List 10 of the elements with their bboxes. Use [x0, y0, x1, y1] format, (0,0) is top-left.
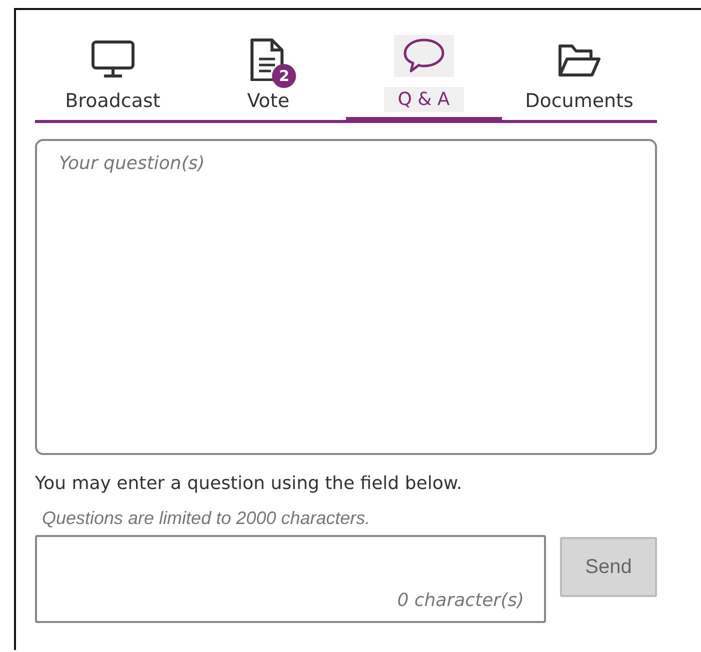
question-input-field[interactable]: 0 character(s)	[35, 535, 546, 623]
character-counter: 0 character(s)	[397, 590, 524, 611]
tab[interactable]: Q & A	[346, 20, 502, 123]
tab[interactable]: Documents	[502, 20, 657, 120]
instruction-text: You may enter a question using the field below.	[35, 473, 464, 494]
tab[interactable]: 2 Vote	[190, 20, 346, 120]
questions-field[interactable]: Your question(s)	[35, 139, 657, 455]
count-badge: 2	[272, 64, 296, 88]
tab[interactable]: Broadcast	[35, 20, 190, 120]
limit-hint: Questions are limited to 2000 characters.	[42, 508, 372, 529]
